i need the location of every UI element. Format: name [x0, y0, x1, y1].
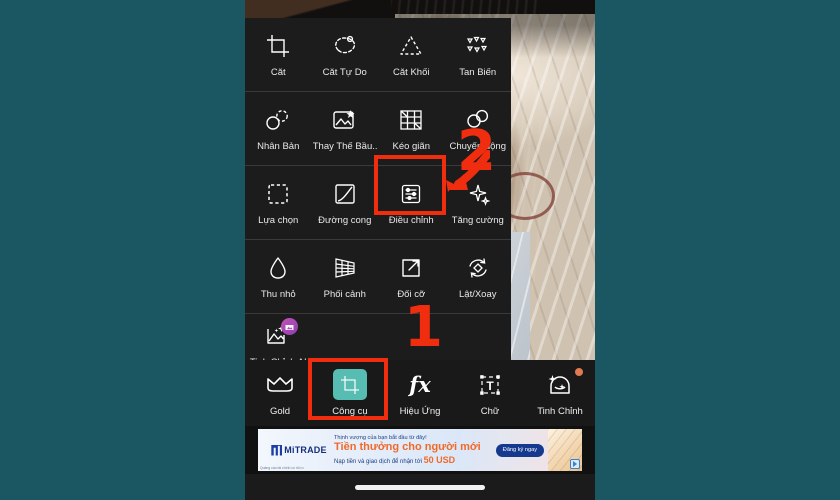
tool-sheet: Cắt Cắt Tự Do Cắt Khối Tan Biến Nhân Bản…: [245, 18, 511, 376]
home-indicator-area: [245, 474, 595, 500]
flip-rotate-icon: [463, 253, 493, 283]
svg-text:T: T: [486, 379, 494, 393]
enhance-icon: [463, 179, 493, 209]
nav-item-chu[interactable]: T Chữ: [455, 360, 525, 426]
nav-label: Tinh Chỉnh: [537, 405, 583, 417]
svg-text:fx: fx: [407, 373, 431, 397]
tool-duong-cong[interactable]: Đường cong: [312, 166, 379, 239]
tool-label: Kéo giãn: [392, 142, 430, 152]
tool-label: Nhân Bản: [257, 142, 300, 152]
tool-label: Tăng cường: [451, 216, 504, 226]
tool-label: Phối cảnh: [323, 290, 366, 300]
tool-label: Chuyển động: [449, 142, 507, 152]
tool-label: Lựa chọn: [258, 216, 299, 226]
bottom-nav: Gold Công cụ fx Hiệu Ứng T Chữ Tinh Chỉn…: [245, 360, 595, 426]
stretch-grid-icon: [396, 105, 426, 135]
tool-phoi-canh[interactable]: Phối cảnh: [312, 240, 379, 313]
tool-thay-the-bau-troi[interactable]: Thay Thế Bầu...: [312, 92, 379, 165]
adjust-sliders-icon: [396, 179, 426, 209]
tool-label: Đường cong: [318, 216, 372, 226]
nav-label: Công cụ: [332, 406, 368, 418]
tool-row: Cắt Cắt Tự Do Cắt Khối Tan Biến: [245, 18, 511, 92]
tool-label: Cắt: [270, 68, 286, 78]
tool-chuyen-dong[interactable]: Chuyển động: [445, 92, 512, 165]
perspective-icon: [330, 253, 360, 283]
nav-label: Gold: [269, 405, 291, 417]
dispersion-icon: [463, 31, 493, 61]
nav-label: Hiệu Ứng: [399, 405, 441, 417]
tool-label: Lật/Xoay: [459, 290, 497, 300]
tool-row: Nhân Bản Thay Thế Bầu... Kéo giãn Chuyển…: [245, 92, 511, 166]
nav-item-gold[interactable]: Gold: [245, 360, 315, 426]
tool-row: Thu nhỏ Phối cảnh Đổi cỡ Lật/Xoay: [245, 240, 511, 314]
tool-cat[interactable]: Cắt: [245, 18, 312, 91]
tool-lat-xoay[interactable]: Lật/Xoay: [445, 240, 512, 313]
notification-dot: [575, 368, 583, 376]
sky-replace-icon: [330, 105, 360, 135]
tool-label: Thay Thế Bầu...: [312, 142, 377, 152]
ad-headline: Tiền thưởng cho người mới: [334, 441, 481, 454]
ad-subline: Nạp tiền và giao dịch để nhận tới 50 USD: [334, 455, 496, 465]
ad-copy: Thịnh vượng của bạn bắt đầu từ đây! Tiền…: [334, 435, 496, 465]
liquify-drop-icon: [263, 253, 293, 283]
tool-cat-khoi[interactable]: Cắt Khối: [378, 18, 445, 91]
fx-icon: fx: [403, 370, 437, 400]
tool-tan-bien[interactable]: Tan Biến: [445, 18, 512, 91]
adchoices-icon[interactable]: [570, 459, 580, 469]
tool-cat-tu-do[interactable]: Cắt Tự Do: [312, 18, 379, 91]
shape-cut-icon: [396, 31, 426, 61]
nav-item-hieu-ung[interactable]: fx Hiệu Ứng: [385, 360, 455, 426]
clone-icon: [263, 105, 293, 135]
tool-label: Cắt Tự Do: [322, 68, 367, 78]
ad-subline-text: Nạp tiền và giao dịch để nhận tới: [334, 458, 422, 465]
ad-amount: 50 USD: [423, 454, 456, 465]
ad-brand-name: MiTRADE: [284, 445, 327, 455]
ad-content[interactable]: MiTRADE Thịnh vượng của bạn bắt đầu từ đ…: [258, 429, 582, 471]
curves-icon: [330, 179, 360, 209]
phone-screen: Cắt Cắt Tự Do Cắt Khối Tan Biến Nhân Bản…: [245, 0, 595, 500]
crop-icon: [263, 31, 293, 61]
tool-label: Đổi cỡ: [397, 290, 426, 300]
tool-keo-gian[interactable]: Kéo giãn: [378, 92, 445, 165]
ad-cta-button[interactable]: Đăng ký ngay: [495, 443, 544, 457]
nav-label: Chữ: [480, 405, 500, 417]
tool-label: Điều chỉnh: [388, 216, 434, 226]
nav-item-cong-cu[interactable]: Công cụ: [315, 360, 385, 426]
motion-icon: [463, 105, 493, 135]
home-indicator[interactable]: [355, 484, 485, 490]
tools-crop-icon: [333, 369, 367, 401]
ad-brand: MiTRADE: [258, 444, 334, 456]
mitrade-logo-icon: [271, 444, 283, 456]
portrait-retouch-icon: [543, 370, 577, 400]
tool-label: Thu nhỏ: [260, 290, 296, 300]
ad-banner[interactable]: MiTRADE Thịnh vượng của bạn bắt đầu từ đ…: [245, 426, 595, 474]
tool-label: Cắt Khối: [393, 68, 430, 78]
lasso-cut-icon: [330, 31, 360, 61]
tool-thu-nho[interactable]: Thu nhỏ: [245, 240, 312, 313]
nav-item-tinh-chinh[interactable]: Tinh Chỉnh: [525, 360, 595, 426]
tool-row: Lựa chọn Đường cong Điều chỉnh Tăng cườn…: [245, 166, 511, 240]
tool-doi-co[interactable]: Đổi cỡ: [378, 240, 445, 313]
crown-icon: [263, 370, 297, 400]
tool-nhan-ban[interactable]: Nhân Bản: [245, 92, 312, 165]
text-t-icon: T: [473, 370, 507, 400]
ai-sparkle-badge: [281, 318, 298, 335]
tool-dieu-chinh[interactable]: Điều chỉnh: [378, 166, 445, 239]
resize-icon: [396, 253, 426, 283]
tool-tang-cuong[interactable]: Tăng cường: [445, 166, 512, 239]
tool-label: Tan Biến: [459, 68, 497, 78]
tool-lua-chon[interactable]: Lựa chọn: [245, 166, 312, 239]
ad-disclaimer: Quảng cáo tài chính có rủi ro: [260, 466, 304, 470]
selection-icon: [263, 179, 293, 209]
